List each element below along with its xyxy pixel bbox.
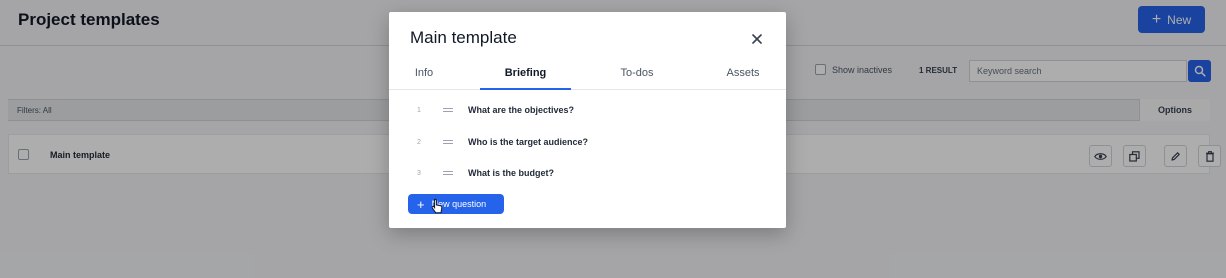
question-number: 1	[417, 106, 421, 114]
list-item[interactable]: 1 What are the objectives?	[408, 99, 768, 121]
question-text: What is the budget?	[468, 168, 554, 178]
question-number: 2	[417, 138, 421, 146]
project-templates-page: Project templates + New Show inactives 1…	[0, 0, 1226, 278]
close-button[interactable]	[750, 32, 764, 46]
plus-icon: +	[417, 196, 425, 212]
question-text: What are the objectives?	[468, 105, 575, 115]
drag-handle-icon[interactable]	[443, 171, 453, 175]
modal-tabs: Info Briefing To-dos Assets	[389, 62, 786, 90]
list-item[interactable]: 3 What is the budget?	[408, 162, 768, 184]
tab-assets[interactable]: Assets	[723, 67, 763, 90]
modal-title: Main template	[410, 28, 517, 47]
drag-handle-icon[interactable]	[443, 140, 453, 144]
drag-handle-icon[interactable]	[443, 108, 453, 112]
tab-info[interactable]: Info	[413, 67, 435, 90]
list-item[interactable]: 2 Who is the target audience?	[408, 131, 768, 153]
tab-to-dos[interactable]: To-dos	[616, 67, 658, 90]
tab-briefing[interactable]: Briefing	[480, 67, 571, 90]
pointer-cursor-icon	[431, 198, 443, 214]
new-question-button[interactable]: + New question	[408, 194, 504, 214]
question-text: Who is the target audience?	[468, 137, 589, 147]
close-icon	[752, 34, 762, 44]
question-number: 3	[417, 169, 421, 177]
